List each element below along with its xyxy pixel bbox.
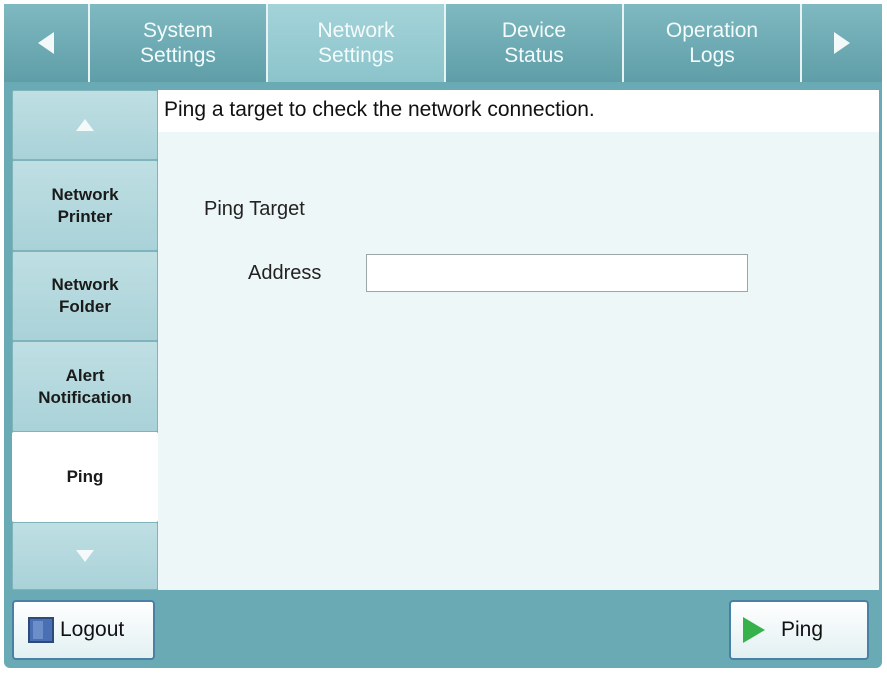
side-scroll-up-button[interactable]: [12, 90, 158, 160]
tab-scroll-right-button[interactable]: [802, 4, 882, 82]
arrow-down-icon: [76, 550, 94, 562]
side-item-label: Network Printer: [51, 184, 119, 226]
tab-label: Operation Logs: [665, 19, 759, 67]
side-menu: Network Printer Network Folder Alert Not…: [12, 90, 158, 590]
ping-label: Ping: [781, 618, 824, 641]
side-item-label: Alert Notification: [38, 365, 132, 407]
side-item-network-folder[interactable]: Network Folder: [12, 251, 158, 341]
arrow-left-icon: [38, 32, 54, 54]
main-panel: Ping a target to check the network conne…: [158, 90, 879, 590]
top-tab-bar: System Settings Network Settings Device …: [4, 4, 882, 82]
page-description: Ping a target to check the network conne…: [158, 90, 879, 132]
tab-device-status[interactable]: Device Status: [446, 4, 624, 82]
side-item-alert-notification[interactable]: Alert Notification: [12, 341, 158, 432]
tab-label: Network Settings: [317, 19, 395, 67]
arrow-right-icon: [834, 32, 850, 54]
logout-label: Logout: [60, 618, 125, 641]
side-item-network-printer[interactable]: Network Printer: [12, 160, 158, 251]
side-item-label: Network Folder: [51, 275, 119, 316]
arrow-up-icon: [76, 119, 94, 131]
side-item-label: Ping: [66, 467, 104, 486]
tab-label: Device Status: [501, 19, 567, 67]
side-item-ping[interactable]: Ping: [12, 432, 158, 522]
section-title: Ping Target: [204, 198, 305, 220]
tab-label: System Settings: [140, 19, 216, 67]
ping-button[interactable]: Ping: [729, 600, 869, 660]
tab-network-settings[interactable]: Network Settings: [268, 4, 446, 82]
tab-system-settings[interactable]: System Settings: [90, 4, 268, 82]
logout-door-icon: [28, 617, 54, 643]
side-scroll-down-button[interactable]: [12, 522, 158, 590]
logout-button[interactable]: Logout: [12, 600, 155, 660]
play-icon: [743, 617, 765, 643]
address-input[interactable]: [366, 254, 748, 292]
address-label: Address: [248, 262, 322, 284]
tab-scroll-left-button[interactable]: [4, 4, 90, 82]
tab-operation-logs[interactable]: Operation Logs: [624, 4, 802, 82]
